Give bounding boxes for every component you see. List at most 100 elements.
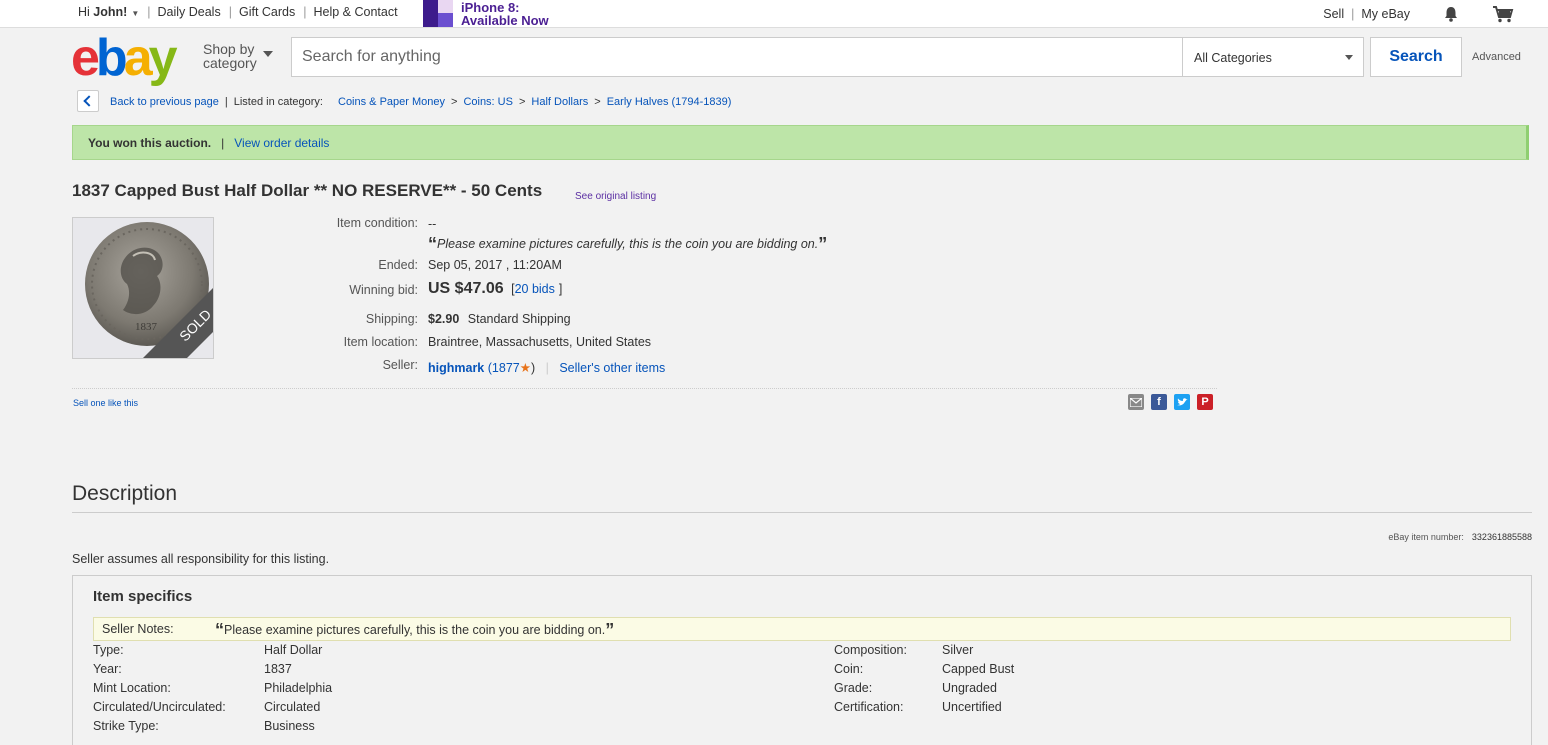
pinterest-icon[interactable]: P	[1197, 394, 1213, 410]
top-bar-right: Sell | My eBay	[1323, 5, 1548, 23]
bid-history-link[interactable]: 20 bids	[515, 282, 555, 296]
seller-notes-value-row: “Please examine pictures carefully, this…	[215, 620, 615, 640]
condition-note: Please examine pictures carefully, this …	[437, 237, 819, 251]
spec-value: Philadelphia	[264, 681, 333, 695]
item-number-label: eBay item number:	[1388, 532, 1464, 542]
breadcrumb-item[interactable]: Half Dollars	[531, 96, 588, 108]
seller-responsibility-note: Seller assumes all responsibility for th…	[72, 552, 330, 566]
item-specifics-panel: Item specifics Seller Notes: “Please exa…	[72, 575, 1532, 745]
user-name: John!	[93, 5, 128, 19]
divider	[72, 512, 1532, 513]
seller-label: Seller:	[382, 358, 418, 372]
breadcrumb-item[interactable]: Coins: US	[463, 96, 513, 108]
promo-text: iPhone 8: Available Now	[461, 0, 549, 27]
spec-label: Certification:	[834, 700, 904, 714]
seller-notes-row: Seller Notes: “Please examine pictures c…	[93, 617, 1511, 641]
description-heading: Description	[72, 482, 178, 505]
winning-bid-row: US $47.06 [20 bids]	[428, 280, 563, 297]
item-photo[interactable]: 1837 SOLD	[72, 217, 214, 359]
spec-label: Mint Location:	[93, 681, 171, 695]
breadcrumb-item[interactable]: Early Halves (1794-1839)	[607, 96, 732, 108]
divider: |	[147, 5, 151, 19]
search-button[interactable]: Search	[1370, 37, 1462, 77]
spec-value: Uncertified	[942, 700, 1002, 714]
facebook-icon[interactable]: f	[1151, 394, 1167, 410]
shipping-method: Standard Shipping	[467, 312, 571, 326]
spec-label: Type:	[93, 643, 124, 657]
spec-label: Grade:	[834, 681, 873, 695]
location-label: Item location:	[343, 335, 418, 349]
item-specifics-title: Item specifics	[93, 588, 193, 605]
divider: |	[303, 5, 307, 19]
top-bar-left: Hi John! ▼ | Daily Deals | Gift Cards | H…	[78, 5, 398, 19]
spec-label: Year:	[93, 662, 122, 676]
spec-value: Half Dollar	[264, 643, 323, 657]
seller-other-items-link[interactable]: Seller's other items	[559, 361, 665, 375]
category-select[interactable]: All Categories	[1182, 37, 1364, 77]
shop-by-line1: Shop by	[203, 41, 255, 57]
shop-by-line2: category	[203, 55, 257, 71]
breadcrumb-item[interactable]: Coins & Paper Money	[338, 96, 445, 108]
top-bar: Hi John! ▼ | Daily Deals | Gift Cards | H…	[0, 0, 1548, 28]
divider: |	[224, 96, 228, 108]
chevron-down-icon: ▼	[131, 9, 140, 18]
help-contact-link[interactable]: Help & Contact	[313, 5, 397, 19]
share-icons: f P	[1128, 394, 1213, 410]
svg-text:1837: 1837	[135, 321, 158, 333]
condition-value: --	[428, 217, 437, 231]
gift-cards-link[interactable]: Gift Cards	[239, 5, 295, 19]
star-icon: ★	[519, 361, 531, 375]
chevron-down-icon	[263, 51, 273, 57]
shipping-row: $2.90 Standard Shipping	[428, 312, 571, 326]
twitter-icon[interactable]	[1174, 394, 1190, 410]
condition-note-row: “Please examine pictures carefully, this…	[428, 234, 828, 254]
divider	[72, 388, 1217, 389]
listed-in-label: Listed in category:	[233, 96, 323, 108]
sell-link[interactable]: Sell	[1323, 7, 1344, 21]
shop-by-category-button[interactable]: Shop by category	[203, 41, 273, 71]
promo-line2: Available Now	[461, 13, 549, 28]
spec-label: Strike Type:	[93, 719, 159, 733]
back-to-previous-link[interactable]: Back to previous page	[110, 96, 219, 108]
sell-one-like-this-link[interactable]: Sell one like this	[73, 398, 138, 408]
seller-row: highmark (1877★) | Seller's other items	[428, 361, 666, 375]
see-original-listing-link[interactable]: See original listing	[575, 191, 656, 202]
won-auction-banner: You won this auction. | View order detai…	[72, 125, 1529, 160]
item-number-value: 332361885588	[1471, 532, 1532, 542]
promo-banner[interactable]: iPhone 8: Available Now	[423, 0, 549, 27]
bell-icon[interactable]	[1444, 6, 1458, 22]
search-input[interactable]	[291, 37, 1183, 77]
my-ebay-link[interactable]: My eBay	[1361, 7, 1410, 21]
spec-label: Composition:	[834, 643, 907, 657]
greeting[interactable]: Hi John! ▼	[78, 5, 139, 19]
email-icon[interactable]	[1128, 394, 1144, 410]
back-arrow-icon[interactable]	[77, 90, 99, 112]
spec-value: Silver	[942, 643, 974, 657]
winning-bid-value: US $47.06	[428, 280, 504, 297]
category-selected: All Categories	[1194, 51, 1272, 65]
spec-value: Circulated	[264, 700, 321, 714]
spec-value: Ungraded	[942, 681, 997, 695]
promo-graphic	[423, 0, 453, 27]
daily-deals-link[interactable]: Daily Deals	[158, 5, 221, 19]
location-value: Braintree, Massachusetts, United States	[428, 335, 652, 349]
chevron-down-icon	[1345, 55, 1353, 60]
ended-label: Ended:	[378, 258, 418, 272]
cart-icon[interactable]	[1492, 5, 1514, 23]
spec-label: Circulated/Uncirculated:	[93, 700, 226, 714]
won-text: You won this auction.	[88, 135, 212, 150]
ebay-logo[interactable]: ebay	[71, 32, 178, 84]
winning-bid-label: Winning bid:	[349, 283, 418, 297]
seller-notes-label: Seller Notes:	[102, 622, 174, 636]
divider: |	[1351, 7, 1355, 21]
shipping-label: Shipping:	[365, 312, 418, 326]
advanced-search-link[interactable]: Advanced	[1472, 51, 1521, 63]
spec-value: Capped Bust	[942, 662, 1015, 676]
condition-label: Item condition:	[336, 216, 418, 230]
seller-notes-value: Please examine pictures carefully, this …	[224, 623, 606, 637]
view-order-details-link[interactable]: View order details	[234, 136, 329, 150]
feedback-score-link[interactable]: (1877	[488, 361, 520, 375]
seller-name-link[interactable]: highmark	[428, 361, 484, 375]
item-number: eBay item number: 332361885588	[1388, 532, 1532, 542]
ended-value: Sep 05, 2017 , 11:20AM	[428, 258, 562, 272]
